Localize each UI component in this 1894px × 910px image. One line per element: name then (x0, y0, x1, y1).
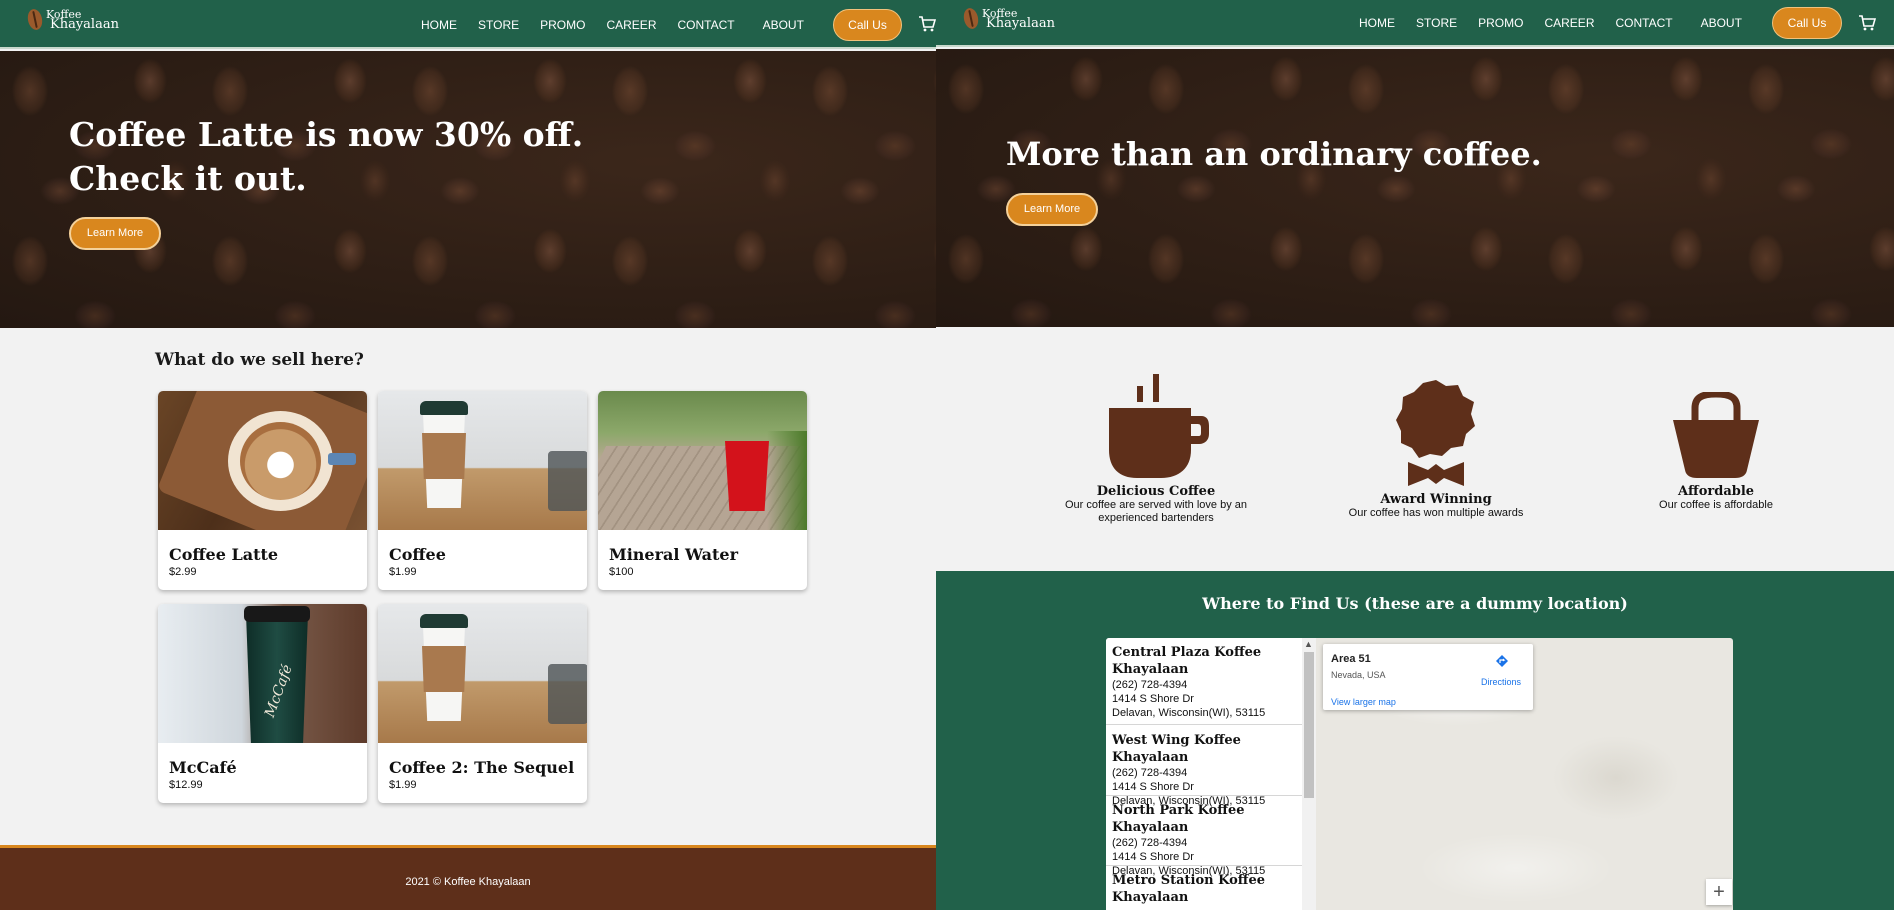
nav-menu: HOME STORE PROMO CAREER CONTACT ABOUT (1359, 16, 1742, 30)
call-us-button[interactable]: Call Us (833, 9, 902, 41)
divider (1106, 724, 1302, 725)
find-us-section: Where to Find Us (these are a dummy loca… (936, 571, 1894, 910)
shopping-bag-icon (1673, 392, 1759, 478)
product-card[interactable]: Coffee $1.99 (378, 391, 587, 590)
product-price: $100 (609, 566, 634, 578)
product-price: $1.99 (389, 779, 417, 791)
logo[interactable]: Koffee Khayalaan (961, 6, 1055, 31)
learn-more-button[interactable]: Learn More (69, 217, 161, 250)
zoom-in-button[interactable]: + (1706, 879, 1732, 905)
location-item[interactable]: West Wing Koffee Khayalaan (262) 728-439… (1112, 732, 1302, 808)
hero-title: More than an ordinary coffee. (1006, 135, 1542, 173)
hero-banner: More than an ordinary coffee. Learn More (936, 49, 1894, 327)
product-name: McCafé (169, 758, 237, 777)
product-name: Coffee (389, 545, 446, 564)
divider (1106, 865, 1302, 866)
product-image-coffee (378, 391, 587, 530)
nav-career[interactable]: CAREER (606, 18, 656, 32)
directions-link[interactable]: Directions (1481, 677, 1521, 687)
product-image-coffee (378, 604, 587, 743)
coffee-bean-icon (25, 7, 45, 32)
map-place-name: Area 51 (1331, 653, 1371, 665)
footer-copyright: 2021 © Koffee Khayalaan (405, 876, 531, 888)
feature-title: Award Winning (1380, 492, 1492, 507)
location-list[interactable]: Central Plaza Koffee Khayalaan (262) 728… (1106, 638, 1316, 910)
hero-banner: Coffee Latte is now 30% off. Check it ou… (0, 51, 936, 328)
product-price: $12.99 (169, 779, 203, 791)
logo[interactable]: Koffee Khayalaan (25, 7, 119, 32)
coffee-bean-icon (961, 6, 981, 31)
product-card[interactable]: Coffee 2: The Sequel $1.99 (378, 604, 587, 803)
feature-title: Delicious Coffee (1096, 484, 1216, 499)
location-list-scrollbar[interactable]: ▲ (1302, 638, 1316, 910)
feature-desc-line2: experienced bartenders (1098, 512, 1214, 524)
award-icon (1396, 380, 1475, 486)
directions-icon[interactable] (1495, 654, 1509, 668)
nav-contact[interactable]: CONTACT (677, 18, 734, 32)
learn-more-button[interactable]: Learn More (1006, 193, 1098, 226)
product-price: $1.99 (389, 566, 417, 578)
feature-desc-line1: Our coffee is affordable (1659, 499, 1773, 511)
divider (1106, 795, 1302, 796)
footer: 2021 © Koffee Khayalaan (0, 845, 936, 910)
hero-title: Coffee Latte is now 30% off. Check it ou… (69, 115, 584, 198)
product-card[interactable]: Mineral Water $100 (598, 391, 807, 590)
nav-about[interactable]: ABOUT (1701, 16, 1742, 30)
call-us-button[interactable]: Call Us (1772, 7, 1842, 39)
product-card[interactable]: McCafé McCafé $12.99 (158, 604, 367, 803)
feature-desc-line1: Our coffee has won multiple awards (1348, 507, 1524, 519)
nav-store[interactable]: STORE (1416, 16, 1457, 30)
nav-promo[interactable]: PROMO (1478, 16, 1523, 30)
feature-affordable: Affordable Our coffee is affordable (1596, 392, 1836, 512)
nav-menu: HOME STORE PROMO CAREER CONTACT ABOUT (421, 18, 804, 32)
product-image-water (598, 391, 807, 530)
product-image-latte (158, 391, 367, 530)
feature-delicious: Delicious Coffee Our coffee are served w… (1036, 372, 1276, 525)
product-name: Coffee Latte (169, 545, 279, 564)
nav-contact[interactable]: CONTACT (1615, 16, 1672, 30)
right-page: Koffee Khayalaan HOME STORE PROMO CAREER… (936, 0, 1894, 910)
location-item[interactable]: Central Plaza Koffee Khayalaan (262) 728… (1112, 644, 1302, 720)
navbar: Koffee Khayalaan HOME STORE PROMO CAREER… (0, 0, 936, 49)
coffee-cup-icon (1109, 374, 1209, 478)
scrollbar-thumb[interactable] (1304, 652, 1314, 798)
left-page: Koffee Khayalaan HOME STORE PROMO CAREER… (0, 0, 936, 910)
feature-desc-line1: Our coffee are served with love by an (1064, 499, 1247, 511)
store-map[interactable]: Central Plaza Koffee Khayalaan (262) 728… (1106, 638, 1733, 910)
product-image-mccafe: McCafé (158, 604, 367, 743)
logo-line2: Khayalaan (986, 15, 1055, 31)
cart-icon[interactable] (1858, 15, 1876, 31)
product-name: Coffee 2: The Sequel (389, 758, 575, 777)
feature-title: Affordable (1677, 484, 1755, 499)
nav-home[interactable]: HOME (1359, 16, 1395, 30)
view-larger-map-link[interactable]: View larger map (1331, 697, 1396, 707)
location-item[interactable]: Metro Station Koffee Khayalaan (1112, 872, 1302, 906)
map-info-card: Area 51 Nevada, USA View larger map Dire… (1323, 644, 1533, 710)
nav-promo[interactable]: PROMO (540, 18, 585, 32)
nav-store[interactable]: STORE (478, 18, 519, 32)
logo-line2: Khayalaan (50, 16, 119, 32)
product-card[interactable]: Coffee Latte $2.99 (158, 391, 367, 590)
section-title: What do we sell here? (155, 350, 364, 370)
nav-about[interactable]: ABOUT (763, 18, 804, 32)
cart-icon[interactable] (918, 16, 936, 32)
find-us-title: Where to Find Us (these are a dummy loca… (1202, 594, 1628, 613)
scroll-up-icon[interactable]: ▲ (1304, 639, 1313, 649)
nav-home[interactable]: HOME (421, 18, 457, 32)
product-name: Mineral Water (609, 545, 738, 564)
map-place-region: Nevada, USA (1331, 670, 1386, 680)
location-item[interactable]: North Park Koffee Khayalaan (262) 728-43… (1112, 802, 1302, 878)
nav-career[interactable]: CAREER (1544, 16, 1594, 30)
feature-award: Award Winning Our coffee has won multipl… (1316, 380, 1556, 520)
navbar: Koffee Khayalaan HOME STORE PROMO CAREER… (936, 0, 1894, 47)
product-price: $2.99 (169, 566, 197, 578)
